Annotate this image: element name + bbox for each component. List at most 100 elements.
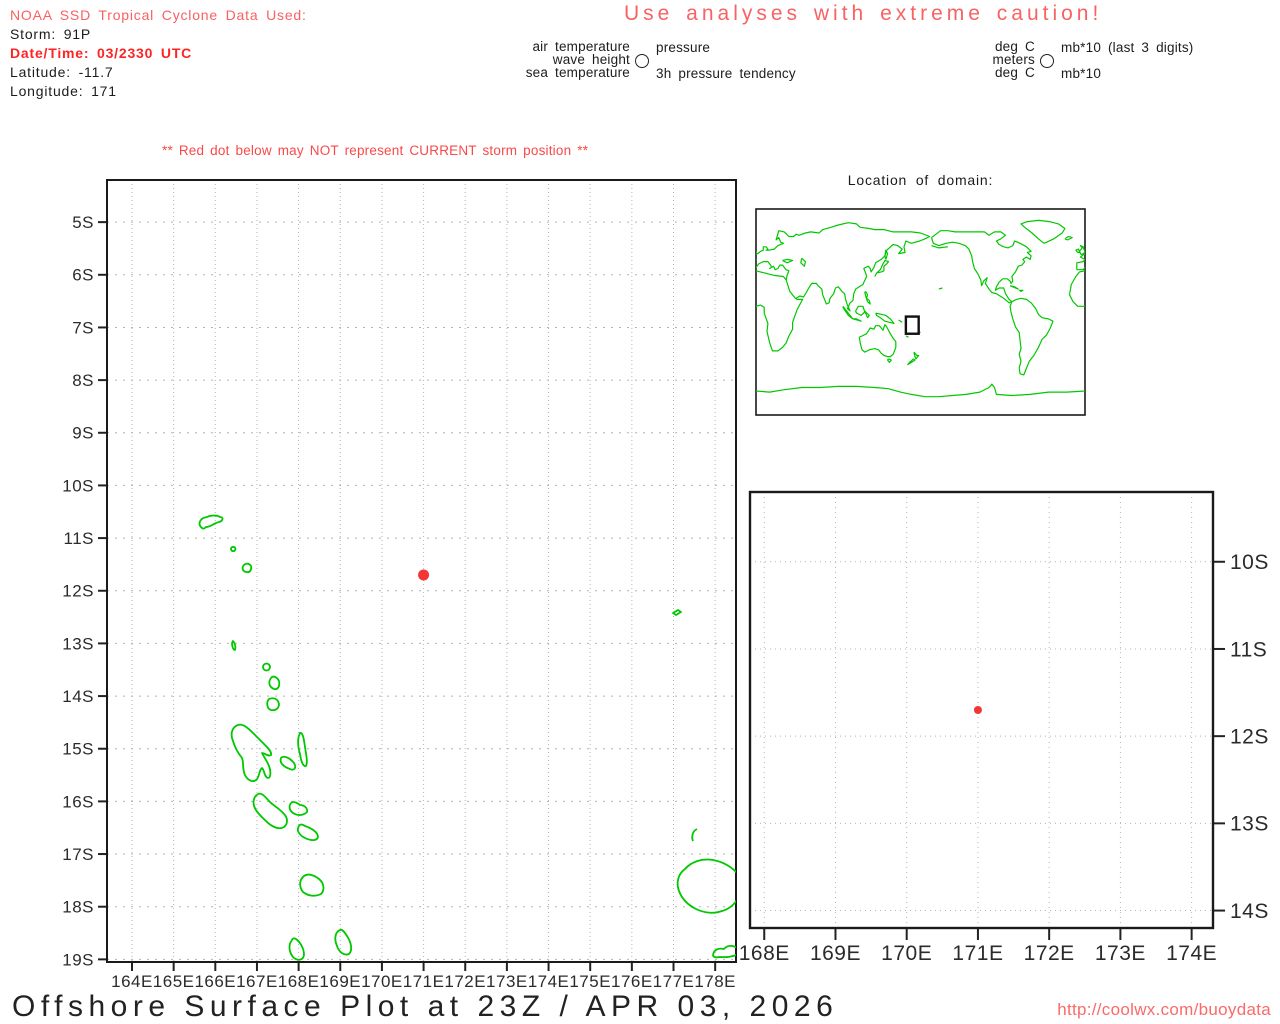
main-map-storm-marker <box>418 569 430 581</box>
legend-unit-names: deg C meters deg C <box>935 40 1035 80</box>
legend-unit-mb10-last3: mb*10 (last 3 digits) <box>1061 40 1194 55</box>
x-tick-label: 175E <box>569 972 611 991</box>
world-coastline <box>782 258 794 264</box>
coastline-island <box>691 828 698 842</box>
world-coastline <box>1076 253 1085 270</box>
coastline-island <box>230 545 237 553</box>
coastline-island <box>297 732 308 767</box>
red-dot-warning: ** Red dot below may NOT represent CURRE… <box>162 143 589 158</box>
x-tick-label: 170E <box>361 972 403 991</box>
y-tick-label: 14S <box>62 687 94 706</box>
y-tick-label: 7S <box>72 318 94 337</box>
world-coastline <box>1075 248 1081 254</box>
y-tick-label: 13S <box>1230 813 1269 836</box>
coastline-island <box>288 937 305 961</box>
zoom-inset-storm-marker <box>973 706 982 714</box>
world-coastline <box>756 222 931 312</box>
world-coastline <box>898 319 903 323</box>
x-tick-label: 174E <box>528 972 570 991</box>
world-coastline <box>874 259 890 277</box>
coastline-island <box>198 514 224 530</box>
coastline-island <box>252 792 288 830</box>
x-tick-label: 172E <box>1024 942 1075 965</box>
plot-title: Offshore Surface Plot at 23Z / APR 03, 2… <box>12 990 839 1023</box>
caution-title: Use analyses with extreme caution! <box>624 2 1103 25</box>
x-tick-label: 168E <box>739 942 790 965</box>
y-tick-label: 12S <box>1230 726 1269 749</box>
world-locator-map <box>755 208 1086 416</box>
legend-sea-temperature: sea temperature <box>525 65 630 80</box>
zoom-inset-axes: 168E 169E 170E 171E 172E 173E 174E 10S 11S 12S 13S… <box>739 490 1269 965</box>
legend-unit-mb10: mb*10 <box>1061 66 1102 81</box>
coastline-island <box>712 944 736 959</box>
world-coastline <box>1009 285 1019 290</box>
world-map-border <box>755 208 1086 416</box>
coastline-island <box>266 697 280 712</box>
y-tick-label: 8S <box>72 371 94 390</box>
world-coastline <box>1020 219 1066 244</box>
world-coastline <box>875 312 895 324</box>
world-coastline <box>858 324 897 358</box>
y-tick-label: 14S <box>1230 900 1269 923</box>
y-tick-label: 10S <box>62 476 94 495</box>
storm-position-dot <box>418 569 430 581</box>
x-tick-label: 169E <box>319 972 361 991</box>
coastline-island <box>262 662 271 672</box>
x-tick-label: 167E <box>236 972 278 991</box>
world-coastline <box>756 270 804 352</box>
world-coastline <box>864 310 870 319</box>
y-tick-label: 18S <box>62 898 94 917</box>
x-tick-label: 166E <box>194 972 236 991</box>
x-tick-label: 173E <box>486 972 528 991</box>
world-coastline <box>756 383 1085 398</box>
storm-id-line: Storm: 91P <box>10 26 92 42</box>
world-coastline <box>884 249 889 260</box>
storm-info-block: NOAA SSD Tropical Cyclone Data Used: Sto… <box>10 6 307 101</box>
x-tick-label: 170E <box>881 942 932 965</box>
latitude-line: Latitude: -11.7 <box>10 64 114 80</box>
x-tick-label: 176E <box>611 972 653 991</box>
datetime-line: Date/Time: 03/2330 UTC <box>10 45 193 61</box>
coastline-island <box>241 562 253 574</box>
x-tick-label: 164E <box>111 972 153 991</box>
legend-pressure-tendency: 3h pressure tendency <box>656 66 796 81</box>
world-coastline <box>800 257 806 267</box>
y-tick-label: 9S <box>72 424 94 443</box>
x-tick-label: 168E <box>278 972 320 991</box>
world-coastline <box>1018 289 1024 292</box>
world-coastline <box>905 335 909 338</box>
main-map-axes: 164E 165E 166E 167E 168E 169E 170E 171E 172E 173E… <box>62 179 737 991</box>
world-coastline <box>852 318 862 322</box>
world-coastline <box>1064 235 1073 241</box>
x-tick-label: 172E <box>444 972 486 991</box>
station-circle-icon <box>635 54 649 68</box>
station-circle-icon-units <box>1040 54 1054 68</box>
storm-position-dot <box>973 706 982 714</box>
noaa-source-line: NOAA SSD Tropical Cyclone Data Used: <box>10 7 307 23</box>
world-coastline <box>907 358 916 366</box>
location-of-domain-label: Location of domain: <box>847 172 994 188</box>
y-tick-label: 11S <box>1230 638 1267 661</box>
x-tick-label: 173E <box>1095 942 1146 965</box>
domain-box-marker <box>904 315 920 335</box>
y-tick-label: 10S <box>1230 551 1269 574</box>
y-tick-label: 5S <box>72 213 94 232</box>
coastline-island <box>676 858 736 914</box>
coastline-island <box>279 755 297 771</box>
coastline-island <box>672 609 682 616</box>
coastline-island <box>334 928 353 956</box>
source-url: http://coolwx.com/buoydata <box>1057 1000 1271 1019</box>
coastline-island <box>299 873 325 897</box>
world-coastline <box>756 250 757 254</box>
longitude-line: Longitude: 171 <box>10 83 117 99</box>
y-tick-label: 17S <box>62 845 94 864</box>
world-coastline <box>855 305 866 316</box>
x-tick-label: 171E <box>403 972 445 991</box>
coastline-island <box>231 640 237 651</box>
y-tick-label: 12S <box>62 582 94 601</box>
x-tick-label: 171E <box>952 942 1003 965</box>
y-tick-label: 15S <box>62 740 94 759</box>
world-coastline <box>756 261 790 281</box>
coastline-island <box>230 723 273 782</box>
main-map-coastlines <box>198 514 736 961</box>
